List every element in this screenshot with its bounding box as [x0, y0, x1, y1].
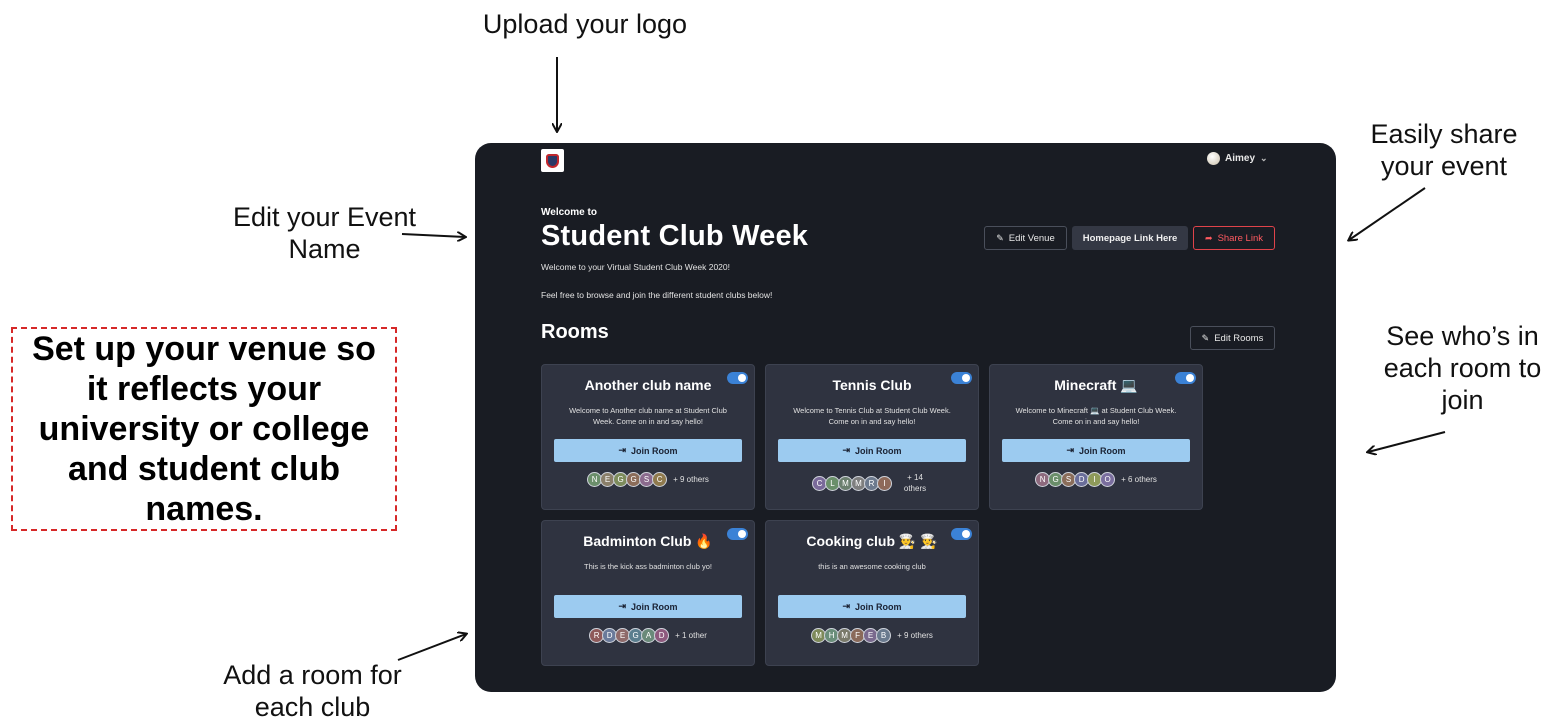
- join-room-button[interactable]: ⇥ Join Room: [778, 439, 966, 462]
- annotation-edit-event-name: Edit your Event Name: [232, 202, 417, 264]
- participant-avatar: D: [654, 628, 670, 643]
- callout-text: Set up your venue so it reflects your un…: [32, 330, 376, 528]
- homepage-link-button[interactable]: Homepage Link Here: [1072, 226, 1188, 250]
- edit-rooms-label: Edit Rooms: [1214, 332, 1264, 344]
- edit-venue-label: Edit Venue: [1008, 232, 1055, 244]
- join-icon: ⇥: [842, 445, 851, 455]
- share-icon: ➦: [1205, 232, 1213, 243]
- room-description: this is an awesome cooking club: [818, 562, 926, 571]
- user-menu[interactable]: Aimey ⌄: [1207, 152, 1268, 165]
- room-participants: C L M M R I + 14 others: [766, 472, 978, 494]
- others-count: + 9 others: [673, 475, 709, 484]
- room-participants: N E G G S C + 9 others: [542, 472, 754, 487]
- join-room-label: Join Room: [631, 601, 678, 612]
- room-card: Tennis Club Welcome to Tennis Club at St…: [765, 364, 979, 510]
- room-description: Welcome to Tennis Club at Student Club W…: [793, 406, 951, 426]
- room-description: Welcome to Another club name at Student …: [569, 406, 727, 426]
- callout-box: Set up your venue so it reflects your un…: [11, 327, 397, 531]
- avatar: [1207, 152, 1220, 165]
- arrow-add-room: [397, 634, 466, 661]
- annotation-see-whos-in: See who’s in each room to join: [1383, 321, 1542, 415]
- room-card: Badminton Club 🔥 This is the kick ass ba…: [541, 520, 755, 666]
- welcome-label: Welcome to: [541, 207, 597, 218]
- join-room-button[interactable]: ⇥ Join Room: [554, 595, 742, 618]
- event-description-line2: Feel free to browse and join the differe…: [541, 290, 773, 300]
- participant-avatar: O: [1100, 472, 1116, 487]
- room-card: Cooking club 👨‍🍳 👨‍🍳 this is an awesome …: [765, 520, 979, 666]
- participant-avatar: I: [877, 475, 892, 491]
- event-description-line1: Welcome to your Virtual Student Club Wee…: [541, 262, 730, 272]
- venue-logo[interactable]: [541, 149, 564, 172]
- others-count: + 1 other: [675, 631, 707, 640]
- homepage-link-label: Homepage Link Here: [1082, 232, 1178, 244]
- room-participants: N G S D I O + 6 others: [990, 472, 1202, 487]
- join-room-button[interactable]: ⇥ Join Room: [554, 439, 742, 462]
- room-title: Cooking club 👨‍🍳 👨‍🍳: [806, 533, 938, 549]
- others-count: + 9 others: [897, 631, 933, 640]
- participant-avatar: B: [876, 628, 892, 643]
- annotation-add-room: Add a room for each club: [223, 660, 402, 722]
- room-title: Another club name: [584, 377, 712, 393]
- edit-rooms-button[interactable]: ✎ Edit Rooms: [1190, 326, 1275, 350]
- room-participants: M H M F E B + 9 others: [766, 628, 978, 643]
- annotation-upload-logo: Upload your logo: [482, 9, 688, 39]
- room-card: Another club name Welcome to Another clu…: [541, 364, 755, 510]
- arrow-share-event: [1349, 187, 1426, 240]
- edit-venue-button[interactable]: ✎ Edit Venue: [984, 226, 1067, 250]
- edit-icon: ✎: [1201, 332, 1210, 343]
- participant-avatar: C: [652, 472, 668, 487]
- join-icon: ⇥: [842, 601, 851, 611]
- rooms-heading: Rooms: [541, 321, 609, 343]
- room-participants: R D E G A D + 1 other: [542, 628, 754, 643]
- room-title: Badminton Club 🔥: [583, 533, 713, 549]
- share-link-button[interactable]: ➦ Share Link: [1193, 226, 1275, 250]
- room-card: Minecraft 💻 Welcome to Minecraft 💻 at St…: [989, 364, 1203, 510]
- room-description: Welcome to Minecraft 💻 at Student Club W…: [1015, 406, 1177, 426]
- annotation-share-event: Easily share your event: [1370, 119, 1518, 181]
- join-room-label: Join Room: [1079, 445, 1126, 456]
- shield-logo-icon: [546, 153, 559, 168]
- join-icon: ⇥: [618, 445, 627, 455]
- share-link-label: Share Link: [1217, 232, 1263, 244]
- app-window: Aimey ⌄ Welcome to Student Club Week Wel…: [475, 143, 1336, 692]
- user-name: Aimey: [1225, 153, 1256, 164]
- others-count: + 6 others: [1121, 475, 1157, 484]
- others-count: + 14 others: [903, 473, 927, 493]
- arrow-see-whos-in: [1368, 431, 1446, 452]
- join-room-label: Join Room: [631, 445, 678, 456]
- room-description: This is the kick ass badminton club yo!: [584, 562, 712, 571]
- edit-icon: ✎: [996, 232, 1004, 243]
- event-title: Student Club Week: [541, 220, 809, 252]
- room-title: Minecraft 💻: [1054, 377, 1138, 393]
- chevron-down-icon: ⌄: [1260, 153, 1268, 163]
- join-room-label: Join Room: [855, 601, 902, 612]
- join-icon: ⇥: [1066, 445, 1075, 455]
- room-title: Tennis Club: [832, 377, 912, 393]
- join-icon: ⇥: [618, 601, 627, 611]
- join-room-button[interactable]: ⇥ Join Room: [778, 595, 966, 618]
- join-room-label: Join Room: [855, 445, 902, 456]
- join-room-button[interactable]: ⇥ Join Room: [1002, 439, 1190, 462]
